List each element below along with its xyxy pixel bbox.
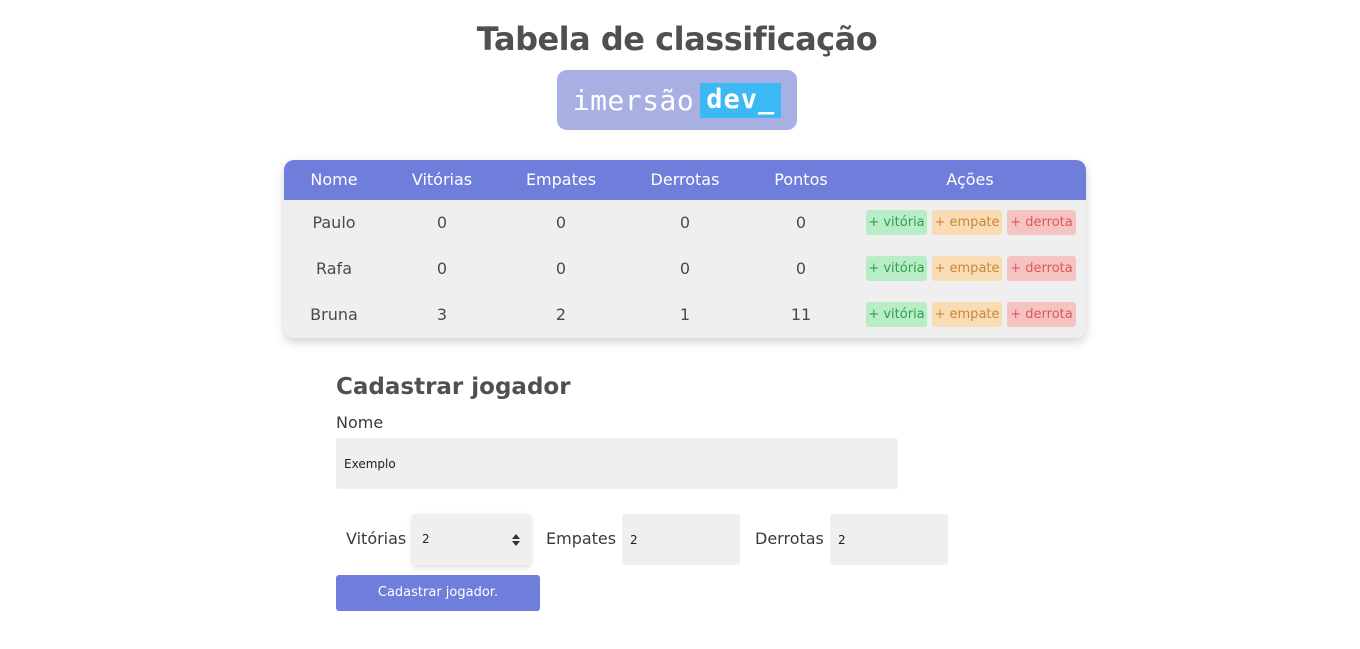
- column-header-derrotas: Derrotas: [650, 170, 720, 189]
- cell-pontos: 0: [795, 259, 807, 278]
- table-header: Nome Vitórias Empates Derrotas Pontos Aç…: [284, 160, 1086, 200]
- draws-label: Empates: [546, 529, 617, 548]
- column-header-empates: Empates: [525, 170, 597, 189]
- logo-word: imersão: [572, 83, 695, 117]
- register-player-button[interactable]: Cadastrar jogador.: [336, 575, 540, 611]
- column-header-acoes: Ações: [946, 170, 994, 189]
- page-title: Tabela de classificação: [476, 20, 878, 58]
- cell-pontos: 0: [795, 213, 807, 232]
- cell-nome: Paulo: [312, 213, 356, 232]
- cell-derrotas: 0: [679, 259, 691, 278]
- imersao-dev-logo: imersão dev_: [557, 70, 797, 130]
- up-down-arrows-icon: [512, 534, 520, 546]
- table-row: Rafa 0 0 0 0 + vitória + empate + derrot…: [284, 246, 1086, 292]
- cell-derrotas: 1: [679, 305, 691, 324]
- add-win-button[interactable]: + vitória: [866, 302, 927, 327]
- add-draw-button[interactable]: + empate: [932, 302, 1002, 327]
- column-header-nome: Nome: [310, 170, 358, 189]
- wins-label: Vitórias: [346, 529, 407, 548]
- cell-vitorias: 0: [436, 259, 448, 278]
- cell-empates: 2: [555, 305, 567, 324]
- table-row: Bruna 3 2 1 11 + vitória + empate + derr…: [284, 292, 1086, 338]
- cell-nome: Bruna: [310, 305, 358, 324]
- add-draw-button[interactable]: + empate: [932, 210, 1002, 235]
- column-header-vitorias: Vitórias: [411, 170, 473, 189]
- column-header-pontos: Pontos: [774, 170, 828, 189]
- leaderboard-table: Nome Vitórias Empates Derrotas Pontos Aç…: [284, 160, 1086, 338]
- logo-highlight: dev_: [700, 82, 782, 118]
- cell-derrotas: 0: [679, 213, 691, 232]
- add-draw-button[interactable]: + empate: [932, 256, 1002, 281]
- losses-input[interactable]: [830, 514, 948, 565]
- add-loss-button[interactable]: + derrota: [1007, 256, 1076, 281]
- cell-pontos: 11: [790, 305, 812, 324]
- name-label: Nome: [336, 413, 384, 432]
- add-win-button[interactable]: + vitória: [866, 210, 927, 235]
- cell-vitorias: 0: [436, 213, 448, 232]
- add-loss-button[interactable]: + derrota: [1007, 302, 1076, 327]
- wins-select[interactable]: 2: [412, 514, 531, 565]
- wins-select-value: 2: [422, 532, 430, 546]
- form-title: Cadastrar jogador: [336, 374, 571, 400]
- cell-nome: Rafa: [315, 259, 352, 278]
- add-win-button[interactable]: + vitória: [866, 256, 927, 281]
- name-input[interactable]: [336, 438, 898, 489]
- cell-vitorias: 3: [436, 305, 448, 324]
- cell-empates: 0: [555, 259, 567, 278]
- add-loss-button[interactable]: + derrota: [1007, 210, 1076, 235]
- cell-empates: 0: [555, 213, 567, 232]
- draws-input[interactable]: [622, 514, 740, 565]
- losses-label: Derrotas: [755, 529, 824, 548]
- table-row: Paulo 0 0 0 0 + vitória + empate + derro…: [284, 200, 1086, 246]
